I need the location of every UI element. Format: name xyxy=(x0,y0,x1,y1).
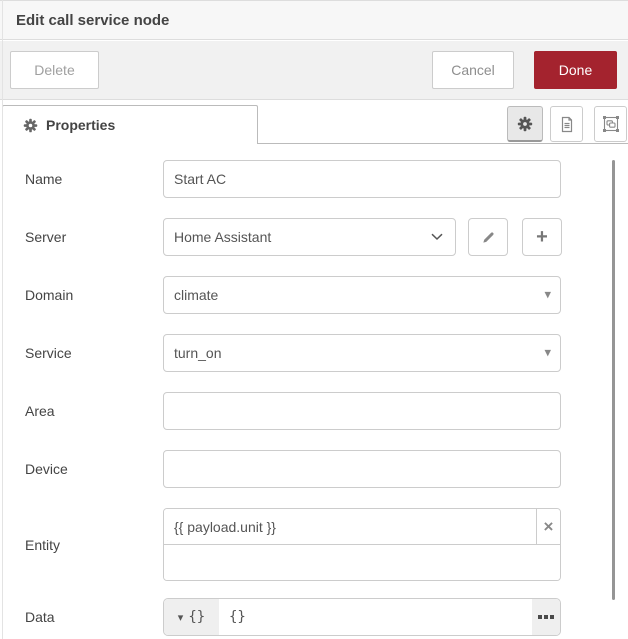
ellipsis-icon xyxy=(544,615,548,619)
toolbar-right-group: Cancel Done xyxy=(432,51,617,89)
entity-input[interactable] xyxy=(164,509,536,544)
domain-label: Domain xyxy=(25,287,163,303)
server-select-value: Home Assistant xyxy=(174,229,271,245)
toolbar: Delete Cancel Done xyxy=(0,41,628,100)
service-combo: ▾ xyxy=(163,334,561,372)
dialog-header: Edit call service node xyxy=(0,0,628,40)
form-row-entity: Entity × xyxy=(25,508,628,581)
service-label: Service xyxy=(25,345,163,361)
area-input[interactable] xyxy=(163,392,561,430)
entity-empty-row[interactable] xyxy=(164,545,560,580)
domain-combo: ▾ xyxy=(163,276,561,314)
gear-icon xyxy=(23,118,38,133)
plus-icon: + xyxy=(536,226,548,249)
form-row-domain: Domain ▾ xyxy=(25,276,628,314)
chevron-down-icon xyxy=(431,233,443,241)
server-edit-button[interactable] xyxy=(468,218,508,256)
description-tab-button[interactable] xyxy=(550,106,583,142)
entity-remove-button[interactable]: × xyxy=(536,509,560,544)
appearance-frame-icon xyxy=(602,115,620,133)
name-input[interactable] xyxy=(163,160,561,198)
node-properties-tab-button[interactable] xyxy=(507,106,543,142)
form-row-data: Data ▾ {} xyxy=(25,598,628,636)
entity-list: × xyxy=(163,508,561,581)
delete-button[interactable]: Delete xyxy=(10,51,99,89)
tab-properties[interactable]: Properties xyxy=(2,105,258,144)
document-icon xyxy=(559,116,575,133)
done-button[interactable]: Done xyxy=(534,51,617,89)
server-label: Server xyxy=(25,229,163,245)
form-row-service: Service ▾ xyxy=(25,334,628,372)
name-label: Name xyxy=(25,171,163,187)
pencil-icon xyxy=(481,230,496,245)
edit-call-service-node-dialog: Edit call service node Delete Cancel Don… xyxy=(0,0,628,639)
form-row-name: Name xyxy=(25,160,628,198)
form-row-device: Device xyxy=(25,450,628,488)
server-add-button[interactable]: + xyxy=(522,218,562,256)
json-type-icon: {} xyxy=(188,609,205,625)
tab-properties-label: Properties xyxy=(46,117,115,133)
data-type-button[interactable]: ▾ {} xyxy=(164,599,219,635)
entity-label: Entity xyxy=(25,537,163,553)
caret-down-icon: ▾ xyxy=(178,611,184,624)
gear-icon xyxy=(517,116,533,132)
form-row-area: Area xyxy=(25,392,628,430)
data-expand-button[interactable] xyxy=(532,599,560,635)
appearance-tab-button[interactable] xyxy=(594,106,627,142)
domain-input[interactable] xyxy=(163,276,561,314)
close-icon: × xyxy=(544,517,554,536)
dialog-left-border xyxy=(2,0,3,639)
device-input[interactable] xyxy=(163,450,561,488)
cancel-button[interactable]: Cancel xyxy=(432,51,514,89)
service-input[interactable] xyxy=(163,334,561,372)
data-label: Data xyxy=(25,609,163,625)
form-row-server: Server Home Assistant + xyxy=(25,218,628,256)
entity-list-item: × xyxy=(164,509,560,545)
properties-form: Name Server Home Assistant xyxy=(0,144,628,639)
scrollbar-thumb[interactable] xyxy=(612,160,615,600)
data-input[interactable] xyxy=(219,599,532,635)
area-label: Area xyxy=(25,403,163,419)
dialog-title: Edit call service node xyxy=(0,12,169,29)
ellipsis-icon xyxy=(550,615,554,619)
tab-bar: Properties xyxy=(0,100,628,144)
data-typed-input: ▾ {} xyxy=(163,598,561,636)
server-select[interactable]: Home Assistant xyxy=(163,218,456,256)
ellipsis-icon xyxy=(538,615,542,619)
device-label: Device xyxy=(25,461,163,477)
